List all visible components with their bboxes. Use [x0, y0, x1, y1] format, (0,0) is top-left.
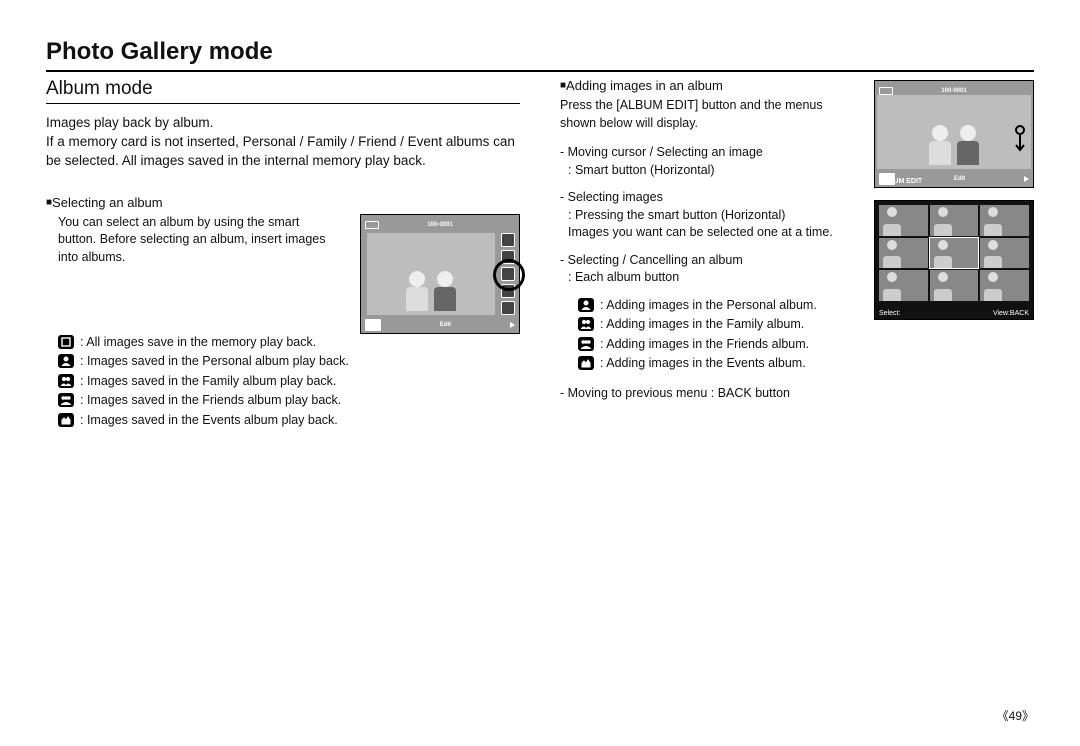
back-label: View:BACK	[993, 310, 1029, 317]
dash-item: - Selecting / Cancelling an album : Each…	[560, 252, 858, 287]
thumbnail-selected	[930, 238, 979, 269]
list-text: : Adding images in the Personal album.	[600, 297, 858, 315]
photo-preview	[877, 95, 1031, 169]
thumbnail	[879, 238, 928, 269]
thumbnail	[879, 270, 928, 301]
album-icon-list: : All images save in the memory play bac…	[58, 334, 520, 430]
dash-line: - Selecting / Cancelling an album	[560, 252, 858, 270]
page-title: Photo Gallery mode	[46, 38, 1034, 66]
dash-indent: Images you want can be selected one at a…	[568, 224, 858, 242]
list-text: : Images saved in the Friends album play…	[80, 392, 520, 410]
side-icon	[501, 301, 515, 315]
bullet-text: Selecting an album	[52, 195, 163, 210]
osd-edit-label: Edit	[954, 176, 965, 182]
list-text: : Images saved in the Events album play …	[80, 412, 520, 430]
dash-indent: : Smart button (Horizontal)	[568, 162, 858, 180]
family-album-icon	[578, 317, 594, 331]
battery-icon	[879, 87, 893, 95]
dash-line: - Moving to previous menu : BACK button	[560, 385, 858, 403]
list-item: : Adding images in the Events album.	[578, 355, 858, 373]
list-text: : Adding images in the Friends album.	[600, 336, 858, 354]
thumbnail-icon	[365, 319, 381, 331]
dash-item: - Selecting images : Pressing the smart …	[560, 189, 858, 242]
intro-line2: If a memory card is not inserted, Person…	[46, 134, 515, 168]
list-text: : Images saved in the Family album play …	[80, 373, 520, 391]
dash-indent: : Pressing the smart button (Horizontal)	[568, 207, 858, 225]
osd-file-number: 100-0001	[941, 88, 966, 94]
right-figures: 100-0001 ALBUM	[874, 80, 1034, 320]
thumbnail	[930, 205, 979, 236]
events-album-icon	[578, 356, 594, 370]
adding-images-intro: Press the [ALBUM EDIT] button and the me…	[560, 97, 858, 132]
thumbnail	[980, 205, 1029, 236]
list-item: : Images saved in the Events album play …	[58, 412, 520, 430]
dash-item: - Moving to previous menu : BACK button	[560, 385, 858, 403]
list-item: : All images save in the memory play bac…	[58, 334, 520, 352]
thumbnail	[930, 270, 979, 301]
down-arrow-icon	[1013, 125, 1027, 160]
osd-bottom-bar: Edit	[365, 320, 515, 330]
select-label: Select:	[879, 310, 900, 317]
intro-text: Images play back by album. If a memory c…	[46, 114, 520, 171]
thumbnail-grid-figure: Select: View:BACK	[874, 200, 1034, 320]
thumbnail-grid	[879, 205, 1029, 301]
bullet-selecting-album: Selecting an album	[46, 195, 520, 210]
osd-bottom-bar2: Edit	[879, 174, 1029, 184]
list-item: : Images saved in the Family album play …	[58, 373, 520, 391]
list-item: : Images saved in the Friends album play…	[58, 392, 520, 410]
bullet-text: Adding images in an album	[566, 78, 723, 93]
album-edit-figure: 100-0001 ALBUM	[874, 80, 1034, 188]
adding-icon-list: : Adding images in the Personal album. :…	[578, 297, 858, 373]
dash-item: - Moving cursor / Selecting an image : S…	[560, 144, 858, 179]
section-heading: Album mode	[46, 78, 520, 100]
dash-line: - Moving cursor / Selecting an image	[560, 144, 858, 162]
thumbnail	[879, 205, 928, 236]
friends-album-icon	[58, 393, 74, 407]
title-rule	[46, 70, 1034, 72]
thumbnail	[980, 238, 1029, 269]
personal-album-icon	[58, 354, 74, 368]
left-column: Album mode Images play back by album. If…	[46, 78, 520, 441]
list-item: : Adding images in the Personal album.	[578, 297, 858, 315]
page-number: 《49》	[997, 707, 1034, 724]
events-album-icon	[58, 413, 74, 427]
bullet-adding-images: Adding images in an album	[560, 78, 858, 93]
list-text: : All images save in the memory play bac…	[80, 334, 520, 352]
side-icon	[501, 233, 515, 247]
all-images-icon	[58, 335, 74, 349]
family-album-icon	[58, 374, 74, 388]
list-text: : Images saved in the Personal album pla…	[80, 353, 520, 371]
play-icon	[1024, 176, 1029, 182]
camera-screen-figure: 100-0001	[360, 214, 520, 334]
grid-bottom-bar: Select: View:BACK	[879, 310, 1029, 317]
list-item: : Adding images in the Friends album.	[578, 336, 858, 354]
osd-top-bar: 100-0001	[365, 219, 515, 231]
photo-preview	[367, 233, 495, 315]
selecting-album-desc: You can select an album by using the sma…	[58, 214, 336, 267]
list-item: : Images saved in the Personal album pla…	[58, 353, 520, 371]
play-icon	[510, 322, 515, 328]
highlight-circle	[493, 259, 525, 291]
osd-file-number: 100-0001	[427, 222, 452, 228]
section-rule	[46, 103, 520, 104]
list-text: : Adding images in the Events album.	[600, 355, 858, 373]
osd-edit-label: Edit	[440, 322, 451, 328]
intro-line1: Images play back by album.	[46, 115, 213, 130]
friends-album-icon	[578, 337, 594, 351]
list-item: : Adding images in the Family album.	[578, 316, 858, 334]
right-column: Adding images in an album Press the [ALB…	[560, 78, 1034, 441]
thumbnail	[980, 270, 1029, 301]
dash-indent: : Each album button	[568, 269, 858, 287]
thumbnail-icon	[879, 173, 895, 185]
dash-line: - Selecting images	[560, 189, 858, 207]
personal-album-icon	[578, 298, 594, 312]
list-text: : Adding images in the Family album.	[600, 316, 858, 334]
battery-icon	[365, 221, 379, 229]
